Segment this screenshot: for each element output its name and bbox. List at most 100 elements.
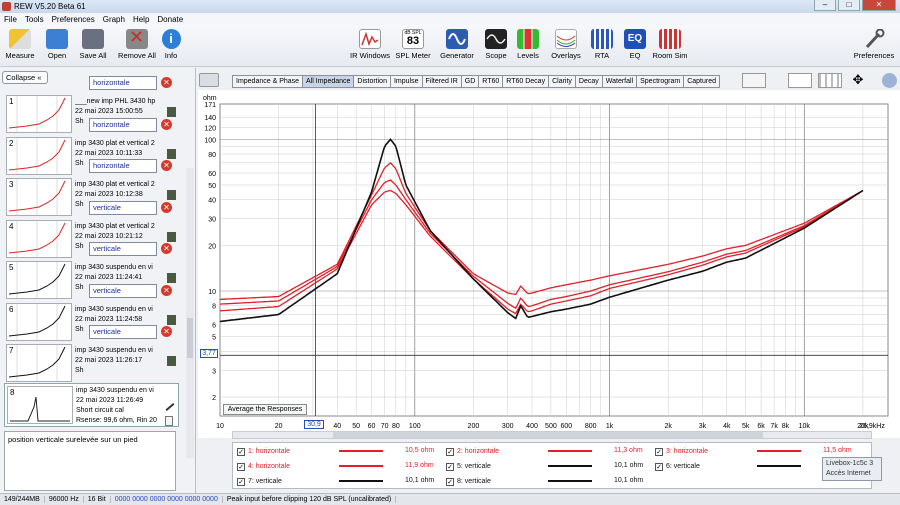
- menu-donate[interactable]: Donate: [157, 15, 183, 24]
- spl-meter-button[interactable]: dB SPL 83 SPL Meter: [393, 29, 433, 60]
- edit-icon[interactable]: [167, 190, 176, 200]
- legend-item[interactable]: ✓ 8 : verticale 10,1 ohm: [446, 475, 646, 488]
- legend-checkbox[interactable]: ✓: [237, 447, 245, 456]
- thumb-curve: [8, 220, 66, 257]
- edit-icon[interactable]: [167, 356, 176, 366]
- info-button[interactable]: i Info: [151, 29, 191, 60]
- measurement-label-field[interactable]: horizontale: [89, 117, 157, 132]
- maximize-button[interactable]: □: [838, 0, 860, 11]
- measurement-label-field[interactable]: verticale: [89, 242, 157, 256]
- tab-distortion[interactable]: Distortion: [353, 75, 390, 88]
- y-tick-label: 10: [208, 289, 216, 296]
- preferences-button[interactable]: Preferences: [850, 28, 898, 60]
- legend-checkbox[interactable]: ✓: [446, 447, 454, 456]
- selected-measurement[interactable]: 8 imp 3430 suspendu en vi 22 mai 2023 11…: [4, 383, 179, 427]
- remove-measurement-icon[interactable]: ✕: [161, 201, 172, 213]
- tab-impulse[interactable]: Impulse: [389, 75, 422, 88]
- move-arrows-icon[interactable]: ✥: [850, 73, 866, 88]
- x-tick-label: 20: [275, 423, 283, 430]
- room-sim-label: Room Sim: [652, 51, 688, 60]
- notes-field[interactable]: position verticale surelevée sur un pied: [4, 431, 176, 491]
- tab-gd[interactable]: GD: [460, 75, 479, 88]
- legend-line-swatch: [548, 465, 592, 467]
- remove-measurement-icon[interactable]: ✕: [161, 77, 172, 88]
- edit-icon[interactable]: [167, 148, 176, 159]
- remove-measurement-icon[interactable]: ✕: [161, 326, 172, 337]
- edit-icon[interactable]: [167, 107, 176, 117]
- levels-button[interactable]: Levels: [508, 29, 548, 60]
- tab-filtered-ir[interactable]: Filtered IR: [421, 75, 461, 88]
- legend-ohm-value: 11,9 ohm: [405, 462, 434, 469]
- limits-icon[interactable]: [742, 73, 766, 88]
- tab-decay[interactable]: Decay: [574, 75, 602, 88]
- columns-icon[interactable]: [818, 73, 842, 88]
- legend-checkbox[interactable]: ✓: [446, 462, 454, 471]
- document-icon[interactable]: [165, 416, 173, 426]
- panel-scroll-thumb[interactable]: [187, 318, 193, 358]
- tab-rt60-decay[interactable]: RT60 Decay: [502, 75, 549, 88]
- y-axis-unit: ohm: [203, 95, 217, 102]
- open-button[interactable]: Open: [37, 29, 77, 60]
- edit-icon[interactable]: [167, 273, 176, 283]
- edit-icon[interactable]: [167, 314, 176, 325]
- tab-spectrogram[interactable]: Spectrogram: [636, 75, 684, 88]
- measure-button[interactable]: Measure: [0, 29, 40, 60]
- minimize-button[interactable]: –: [814, 0, 836, 11]
- save-all-button[interactable]: Save All: [73, 29, 113, 60]
- legend-item[interactable]: ✓ 1 : horizontale 10,5 ohm: [237, 445, 437, 458]
- measurement-label-field[interactable]: verticale: [89, 200, 157, 215]
- edit-icon[interactable]: [167, 231, 176, 242]
- chart-scroll-thumb[interactable]: [333, 432, 763, 438]
- tab-all-impedance[interactable]: All Impedance: [302, 75, 354, 88]
- remove-measurement-icon[interactable]: ✕: [161, 284, 172, 296]
- legend-checkbox[interactable]: ✓: [237, 462, 245, 471]
- remove-measurement-icon[interactable]: ✕: [161, 243, 172, 254]
- legend-ohm-value: 10,1 ohm: [405, 477, 435, 484]
- remove-measurement-icon[interactable]: ✕: [161, 118, 172, 130]
- menu-file[interactable]: File: [4, 15, 17, 24]
- controls-icon[interactable]: [788, 73, 812, 88]
- y-tick-label: 60: [208, 171, 216, 178]
- collapse-button[interactable]: Collapse «: [2, 71, 48, 84]
- legend-item[interactable]: ✓ 7 : verticale 10,1 ohm: [237, 475, 437, 488]
- overlays-button[interactable]: Overlays: [546, 29, 586, 60]
- tab-impedance-phase[interactable]: Impedance & Phase: [232, 75, 303, 88]
- tab-clarity[interactable]: Clarity: [548, 75, 575, 88]
- room-sim-button[interactable]: Room Sim: [648, 29, 692, 60]
- average-responses-button[interactable]: Average the Responses: [223, 404, 307, 415]
- tab-waterfall[interactable]: Waterfall: [601, 75, 637, 88]
- overlays-icon: [555, 29, 577, 49]
- legend-item[interactable]: ✓ 2 : horizontale 11,3 ohm: [446, 445, 646, 458]
- edit-pen-icon[interactable]: [165, 403, 175, 411]
- measurement-item[interactable]: 7 imp 3430 suspendu en vi 22 mai 2023 11…: [2, 344, 182, 385]
- legend-checkbox[interactable]: ✓: [446, 477, 454, 486]
- capture-icon[interactable]: [199, 73, 219, 87]
- menu-preferences[interactable]: Preferences: [52, 15, 95, 24]
- ir-windows-button[interactable]: IR Windows: [350, 29, 390, 60]
- measurement-thumbnail: 1: [6, 95, 72, 133]
- settings-gear-icon[interactable]: [882, 73, 897, 88]
- legend-checkbox[interactable]: ✓: [655, 447, 663, 456]
- tab-rt60[interactable]: RT60: [478, 75, 503, 88]
- tab-captured[interactable]: Captured: [683, 75, 720, 88]
- legend-checkbox[interactable]: ✓: [655, 462, 663, 471]
- remove-measurement-icon[interactable]: ✕: [161, 160, 172, 171]
- close-button[interactable]: ✕: [862, 0, 896, 11]
- legend-checkbox[interactable]: ✓: [237, 477, 245, 486]
- measurement-label-field[interactable]: verticale: [89, 283, 157, 298]
- menu-help[interactable]: Help: [133, 15, 149, 24]
- y-tick-label: 5: [212, 335, 216, 342]
- x-tick-label: 7k: [770, 423, 778, 430]
- panel-scrollbar[interactable]: [186, 168, 194, 458]
- measurement-label-field[interactable]: verticale: [89, 325, 157, 339]
- impedance-chart[interactable]: 1711401201008060504030201086543210203040…: [198, 90, 900, 438]
- legend-item[interactable]: ✓ 4 : horizontale 11,9 ohm: [237, 460, 437, 473]
- menu-graph[interactable]: Graph: [103, 15, 125, 24]
- generator-button[interactable]: Generator: [437, 29, 477, 60]
- menu-tools[interactable]: Tools: [25, 15, 44, 24]
- legend-item[interactable]: ✓ 5 : verticale 10,1 ohm: [446, 460, 646, 473]
- measurement-date: 22 mai 2023 11:26:17: [75, 357, 143, 364]
- measurement-label-field[interactable]: horizontale: [89, 159, 157, 173]
- measurement-label-field[interactable]: horizontale: [89, 76, 157, 90]
- chart-scrollbar[interactable]: [232, 431, 872, 439]
